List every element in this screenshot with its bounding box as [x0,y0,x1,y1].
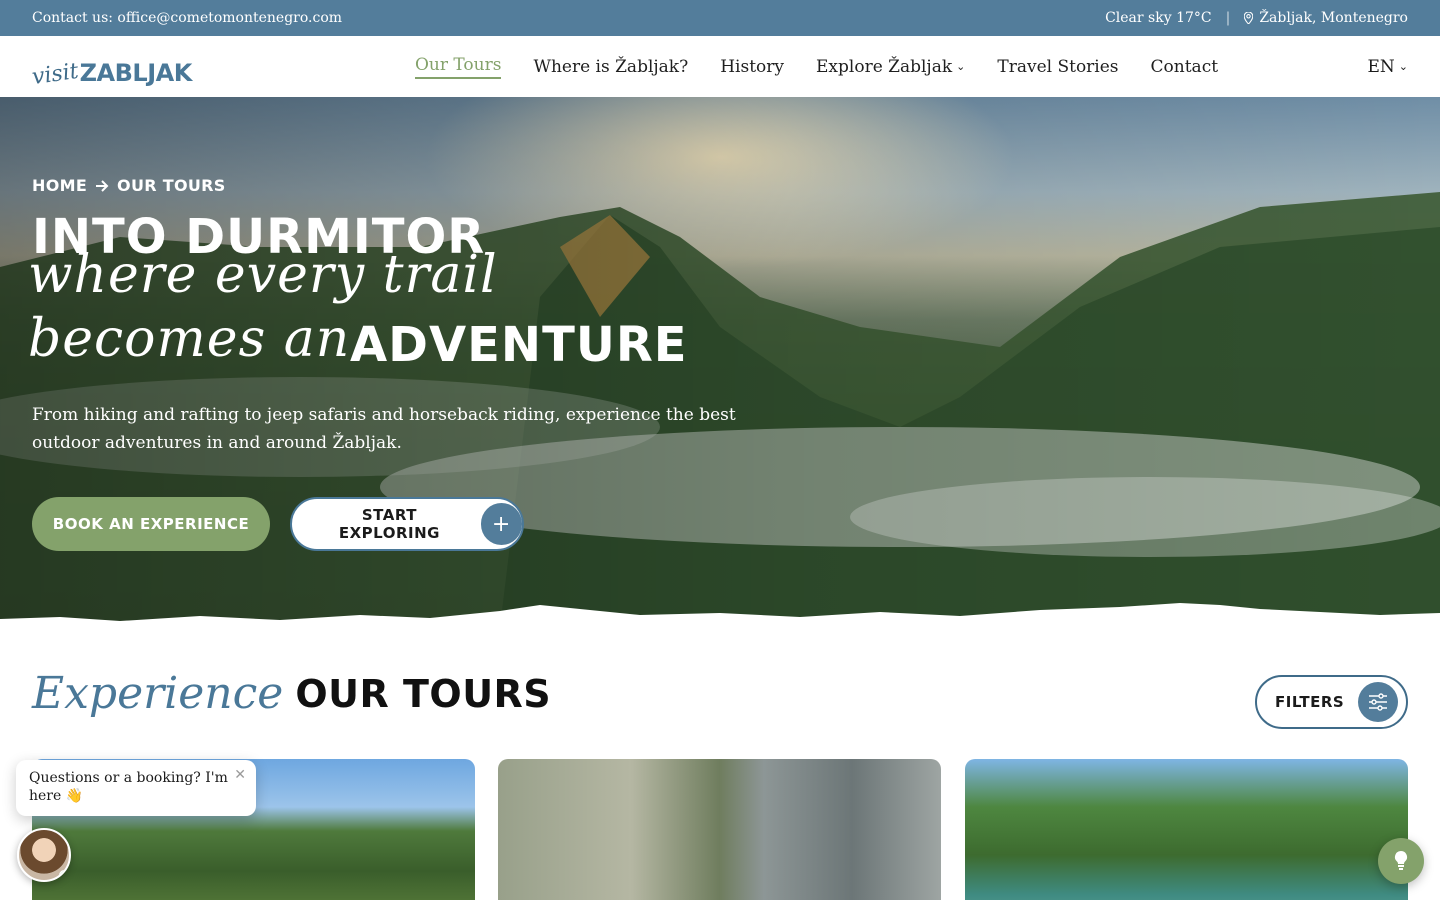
main-menu: Our Tours Where is Žabljak? History Expl… [415,36,1218,97]
weather-text: Clear sky 17°C [1105,10,1212,26]
logo-script: visit [30,58,81,90]
site-logo[interactable]: visit ZABLJAK [30,47,193,90]
breadcrumb: HOME OUR TOURS [32,176,226,195]
sliders-icon [1358,682,1399,722]
hero-section: HOME OUR TOURS INTO DURMITOR where every… [0,97,1440,627]
tour-card-image[interactable] [498,759,941,900]
start-exploring-button[interactable]: START EXPLORING + [290,497,524,551]
chat-bubble[interactable]: Questions or a booking? I'm here 👋 ✕ [16,760,256,816]
nav-where-is-zabljak[interactable]: Where is Žabljak? [533,55,688,79]
nav-history[interactable]: History [720,55,784,79]
logo-wordmark: ZABLJAK [79,58,193,87]
arrow-right-icon [96,179,109,192]
hero-script-line2: becomes an [28,309,351,369]
tours-section-title: Experience OUR TOURS [32,668,551,719]
language-label: EN [1367,56,1395,77]
nav-travel-stories[interactable]: Travel Stories [997,55,1118,79]
chat-message: Questions or a booking? I'm here 👋 [29,770,228,804]
chevron-down-icon: ⌄ [956,60,966,73]
filters-label: FILTERS [1275,693,1345,711]
chat-avatar[interactable] [17,828,71,882]
location-info: Žabljak, Montenegro [1244,10,1408,26]
chevron-down-icon: ⌄ [1398,60,1408,73]
nav-our-tours[interactable]: Our Tours [415,55,502,79]
nav-explore-zabljak[interactable]: Explore Žabljak ⌄ [816,55,965,79]
filters-button[interactable]: FILTERS [1255,675,1408,729]
online-status-dot [59,870,69,880]
start-exploring-label: START EXPLORING [338,506,440,542]
breadcrumb-current: OUR TOURS [117,176,226,195]
tour-card-image[interactable] [965,759,1408,900]
tours-heading: OUR TOURS [295,671,552,716]
nav-explore-label: Explore Žabljak [816,56,953,77]
language-selector[interactable]: EN ⌄ [1367,36,1408,97]
close-icon[interactable]: ✕ [234,766,246,784]
topbar-separator: | [1225,10,1231,26]
nav-contact[interactable]: Contact [1151,55,1219,79]
hero-title-line2: ADVENTURE [350,317,688,373]
breadcrumb-home[interactable]: HOME [32,176,87,195]
pin-icon [1244,12,1254,24]
lightbulb-icon[interactable] [1378,838,1424,884]
topbar-right: Clear sky 17°C | Žabljak, Montenegro [1105,10,1408,26]
hero-script-line1: where every trail [28,245,498,305]
contact-email-link[interactable]: Contact us: office@cometomontenegro.com [32,10,342,26]
plus-icon: + [480,503,522,545]
torn-edge-divider [0,603,1440,627]
main-header: visit ZABLJAK Our Tours Where is Žabljak… [0,36,1440,97]
location-text: Žabljak, Montenegro [1259,10,1408,26]
hero-description: From hiking and rafting to jeep safaris … [32,405,736,453]
book-experience-button[interactable]: BOOK AN EXPERIENCE [32,497,270,551]
top-info-bar: Contact us: office@cometomontenegro.com … [0,0,1440,36]
tours-script: Experience [32,668,284,719]
